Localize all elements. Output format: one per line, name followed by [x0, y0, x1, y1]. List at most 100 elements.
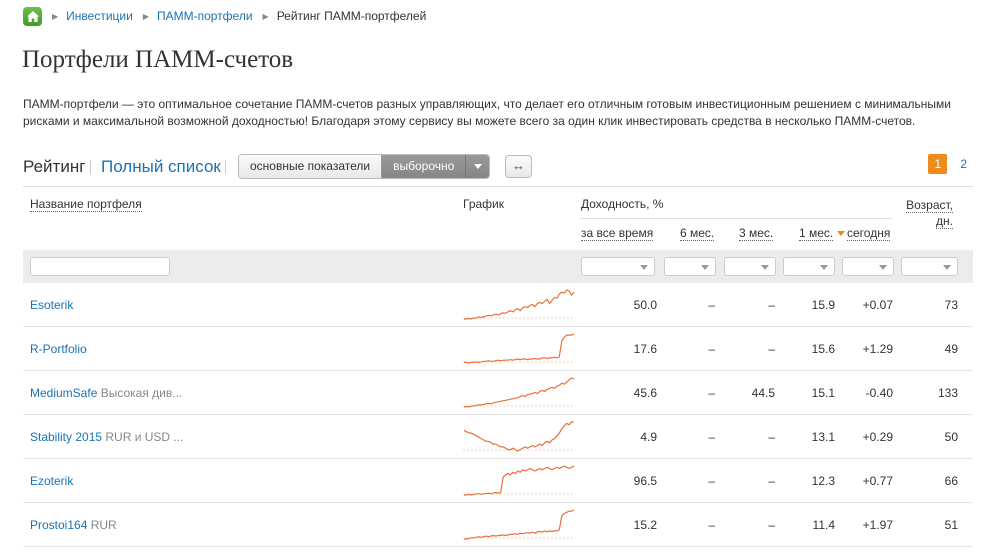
cell-m6: –: [708, 518, 715, 532]
table-row[interactable]: MediumSafe Высокая див... 45.6 – 44.5 15.1 -0…: [23, 371, 973, 415]
portfolio-description: RUR: [87, 518, 117, 532]
portfolio-name[interactable]: Esoterik: [30, 298, 73, 312]
1m-filter-select[interactable]: [783, 257, 835, 276]
portfolio-link[interactable]: MediumSafe: [30, 386, 97, 400]
cell-age: 133: [937, 386, 958, 400]
table-row[interactable]: Esoterik 50.0 – – 15.9 +0.07 73: [23, 283, 973, 327]
cell-m6: –: [708, 474, 715, 488]
today-filter-select[interactable]: [842, 257, 894, 276]
portfolio-link[interactable]: Ezoterik: [30, 474, 73, 488]
cell-m6: –: [708, 386, 715, 400]
sparkline-chart: [463, 509, 575, 540]
table-toolbar: Рейтинг Полный список основные показател…: [23, 154, 973, 180]
portfolio-link[interactable]: Prostoi164: [30, 518, 87, 532]
chevron-right-icon: ▶: [142, 11, 149, 21]
age-label-line1: Возраст,: [906, 198, 953, 213]
portfolio-link[interactable]: R-Portfolio: [30, 342, 87, 356]
cell-all-time: 4.9: [640, 430, 657, 444]
cell-m1: 15.6: [811, 342, 835, 356]
portfolio-link[interactable]: Stability 2015: [30, 430, 102, 444]
breadcrumb-current: Рейтинг ПАММ-портфелей: [276, 9, 427, 23]
3m-filter-select[interactable]: [724, 257, 776, 276]
pagination: 1 2: [928, 154, 967, 174]
home-icon[interactable]: [23, 6, 42, 26]
column-header-6m[interactable]: 6 мес.: [680, 226, 715, 241]
column-header-chart: График: [463, 197, 504, 211]
6m-filter-select[interactable]: [664, 257, 716, 276]
tab-rating[interactable]: Рейтинг: [23, 157, 85, 177]
portfolio-name[interactable]: MediumSafe Высокая див...: [30, 386, 182, 400]
breadcrumb: ▶ Инвестиции ▶ ПАММ-портфели ▶ Рейтинг П…: [23, 6, 426, 26]
cell-m1: 15.9: [811, 298, 835, 312]
view-main-indicators-button[interactable]: основные показатели: [239, 155, 382, 178]
portfolio-name[interactable]: R-Portfolio: [30, 342, 87, 356]
portfolio-link[interactable]: Esoterik: [30, 298, 73, 312]
table-row[interactable]: Ezoterik 96.5 – – 12.3 +0.77 66: [23, 459, 973, 503]
table-header: Название портфеля График Доходность, % з…: [23, 186, 973, 250]
cell-m6: –: [708, 430, 715, 444]
expand-width-button[interactable]: ↔: [505, 155, 532, 178]
cell-m3: –: [768, 474, 775, 488]
sparkline-line: [463, 377, 575, 408]
cell-m1: 13.1: [811, 430, 835, 444]
cell-m3: –: [768, 518, 775, 532]
column-header-age[interactable]: Возраст, дн.: [901, 197, 953, 229]
table-row[interactable]: Stability 2015 RUR и USD ... 4.9 – – 13.1 +0.…: [23, 415, 973, 459]
column-header-all-time[interactable]: за все время: [581, 226, 654, 241]
tab-full-list[interactable]: Полный список: [101, 157, 221, 177]
cell-age: 73: [944, 298, 958, 312]
portfolio-description: RUR и USD ...: [102, 430, 184, 444]
description-line: ПАММ-портфели — это оптимальное сочетани…: [23, 97, 951, 111]
table-row[interactable]: R-Portfolio 17.6 – – 15.6 +1.29 49: [23, 327, 973, 371]
portfolio-name[interactable]: Ezoterik: [30, 474, 73, 488]
name-filter-input[interactable]: [30, 257, 170, 276]
sparkline-line: [464, 289, 575, 320]
tab-divider: [90, 160, 91, 174]
portfolio-table: Название портфеля График Доходность, % з…: [23, 186, 973, 547]
column-header-today[interactable]: сегодня: [847, 226, 891, 241]
cell-today: +0.29: [862, 430, 893, 444]
cell-all-time: 96.5: [633, 474, 657, 488]
chevron-right-icon: ▶: [262, 11, 269, 21]
chevron-down-icon[interactable]: [465, 155, 490, 178]
column-header-yield: Доходность, %: [581, 197, 664, 211]
page-title: Портфели ПАММ-счетов: [22, 46, 294, 73]
portfolio-description: Высокая див...: [97, 386, 183, 400]
cell-today: -0.40: [865, 386, 893, 400]
portfolio-name[interactable]: Stability 2015 RUR и USD ...: [30, 430, 183, 444]
table-row[interactable]: Prostoi164 RUR 15.2 – – 11.4 +1.97 51: [23, 503, 973, 547]
cell-all-time: 50.0: [633, 298, 657, 312]
description-line: рисками и максимальной возможной доходно…: [23, 114, 916, 128]
view-custom-button[interactable]: выборочно: [381, 155, 466, 178]
breadcrumb-investments[interactable]: Инвестиции: [66, 9, 133, 23]
sort-desc-icon: [837, 231, 846, 236]
column-header-1m[interactable]: 1 мес.: [799, 226, 848, 241]
cell-all-time: 15.2: [633, 518, 657, 532]
cell-today: +1.29: [862, 342, 893, 356]
cell-m1: 12.3: [811, 474, 835, 488]
header-divider: [580, 218, 892, 219]
column-header-3m[interactable]: 3 мес.: [739, 226, 774, 241]
page-link-2[interactable]: 2: [960, 157, 967, 171]
portfolio-name[interactable]: Prostoi164 RUR: [30, 518, 117, 532]
tab-divider: [225, 160, 226, 174]
sparkline-line: [464, 509, 575, 540]
cell-all-time: 45.6: [633, 386, 657, 400]
cell-age: 51: [944, 518, 958, 532]
cell-today: +1.97: [862, 518, 893, 532]
table-body: Esoterik 50.0 – – 15.9 +0.07 73 R-Portfolio 17.6…: [23, 283, 973, 547]
cell-m3: –: [768, 298, 775, 312]
column-header-name[interactable]: Название портфеля: [30, 197, 142, 212]
sparkline-line: [463, 421, 574, 452]
cell-age: 50: [944, 430, 958, 444]
cell-age: 49: [944, 342, 958, 356]
sparkline-chart: [463, 289, 575, 320]
age-filter-select[interactable]: [901, 257, 958, 276]
sparkline-chart: [463, 333, 575, 364]
cell-today: +0.77: [862, 474, 893, 488]
all-time-filter-select[interactable]: [581, 257, 655, 276]
cell-m6: –: [708, 298, 715, 312]
breadcrumb-pamm-portfolios[interactable]: ПАММ-портфели: [157, 9, 253, 23]
sparkline-chart: [463, 465, 575, 496]
filter-row: [23, 250, 973, 283]
